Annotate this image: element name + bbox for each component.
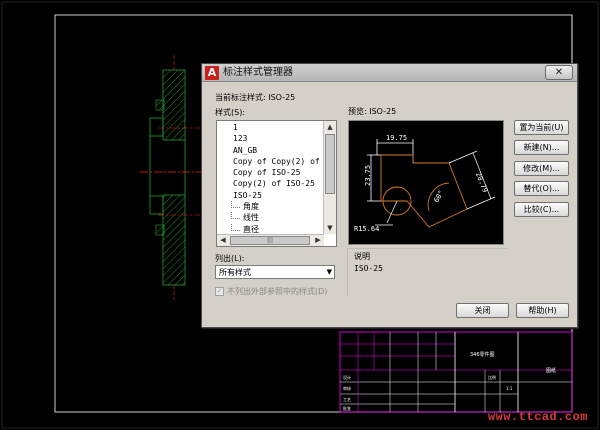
- style-list-item[interactable]: 1: [217, 122, 324, 133]
- current-style-label: 当前标注样式: ISO-25: [215, 93, 296, 102]
- hscroll-thumb[interactable]: |||: [230, 236, 310, 245]
- dialog-titlebar[interactable]: A 标注样式管理器 ✕: [202, 64, 577, 82]
- style-list-item[interactable]: 线性: [217, 212, 324, 223]
- list-filter-value: 所有样式: [219, 268, 251, 277]
- list-filter-select[interactable]: 所有样式 ▼: [215, 265, 335, 279]
- close-icon[interactable]: ✕: [545, 65, 573, 80]
- styles-label: 样式(S):: [215, 108, 246, 117]
- style-list-item[interactable]: 角度: [217, 201, 324, 212]
- svg-text:设计: 设计: [343, 374, 351, 380]
- modify-style-button[interactable]: 修改(M)...: [514, 161, 569, 176]
- preview-label: 预览: ISO-25: [348, 107, 397, 116]
- xref-checkbox-label: 不列出外部参照中的样式(D): [227, 287, 328, 296]
- scroll-thumb[interactable]: [325, 134, 335, 194]
- preview-dim-diag: 20.79: [474, 171, 489, 194]
- description-label: 说明: [354, 252, 370, 261]
- new-style-button[interactable]: 新建(N)...: [514, 140, 569, 155]
- svg-text:工艺: 工艺: [343, 397, 351, 402]
- styles-listbox[interactable]: 1123AN_GBCopy of Copy(2) of ISCopy of IS…: [216, 120, 337, 247]
- scroll-down-icon[interactable]: ▼: [324, 222, 336, 234]
- dialog-title: 标注样式管理器: [223, 67, 293, 78]
- title-block-material: 图纸: [546, 367, 556, 374]
- title-block-drawing-name: 346零件图: [470, 351, 495, 358]
- flange-section-view: [140, 55, 205, 300]
- style-list-item[interactable]: Copy of ISO-25: [217, 167, 324, 178]
- style-list-item[interactable]: Copy of Copy(2) of IS: [217, 156, 324, 167]
- close-button[interactable]: 关闭: [456, 303, 509, 318]
- scroll-up-icon[interactable]: ▲: [324, 121, 336, 133]
- style-list-item[interactable]: ISO-25: [217, 190, 324, 201]
- override-style-button[interactable]: 替代(O)...: [514, 181, 569, 196]
- description-value: ISO-25: [354, 264, 383, 273]
- style-preview-panel: 19.75 23.75 20.79 60° R15.64: [348, 120, 504, 245]
- help-button[interactable]: 帮助(H): [516, 303, 569, 318]
- title-block: 346零件图 设计 审核 工艺 批准 比例 1:1 图纸: [339, 331, 573, 413]
- autocad-app-icon: A: [205, 66, 219, 80]
- compare-style-button[interactable]: 比较(C)...: [514, 202, 569, 217]
- scroll-right-icon[interactable]: ▶: [312, 235, 324, 246]
- xref-checkbox[interactable]: ✓: [215, 287, 224, 296]
- preview-dim-height: 23.75: [364, 165, 372, 186]
- style-list-item[interactable]: Copy(2) of ISO-25: [217, 178, 324, 189]
- svg-text:批准: 批准: [343, 405, 351, 411]
- dimension-style-manager-dialog: A 标注样式管理器 ✕ 当前标注样式: ISO-25 样式(S): 预览: IS…: [201, 63, 578, 328]
- preview-dim-width: 19.75: [386, 134, 407, 142]
- preview-dim-angle: 60°: [432, 189, 445, 204]
- styles-list: 1123AN_GBCopy of Copy(2) of ISCopy of IS…: [217, 122, 324, 235]
- style-list-item[interactable]: AN_GB: [217, 145, 324, 156]
- style-list-item[interactable]: 123: [217, 133, 324, 144]
- styles-vertical-scrollbar[interactable]: ▲ ▼: [323, 121, 336, 234]
- preview-dim-radius: R15.64: [354, 225, 379, 233]
- chevron-down-icon[interactable]: ▼: [327, 267, 332, 278]
- svg-text:1:1: 1:1: [506, 386, 513, 391]
- set-current-button[interactable]: 置为当前(U): [514, 120, 569, 135]
- watermark-text: www.ttcad.com: [487, 410, 588, 424]
- list-label: 列出(L):: [215, 254, 245, 263]
- styles-horizontal-scrollbar[interactable]: ◀ ||| ▶: [217, 234, 324, 246]
- scroll-left-icon[interactable]: ◀: [217, 235, 229, 246]
- svg-text:审核: 审核: [343, 385, 351, 391]
- svg-text:比例: 比例: [488, 374, 496, 380]
